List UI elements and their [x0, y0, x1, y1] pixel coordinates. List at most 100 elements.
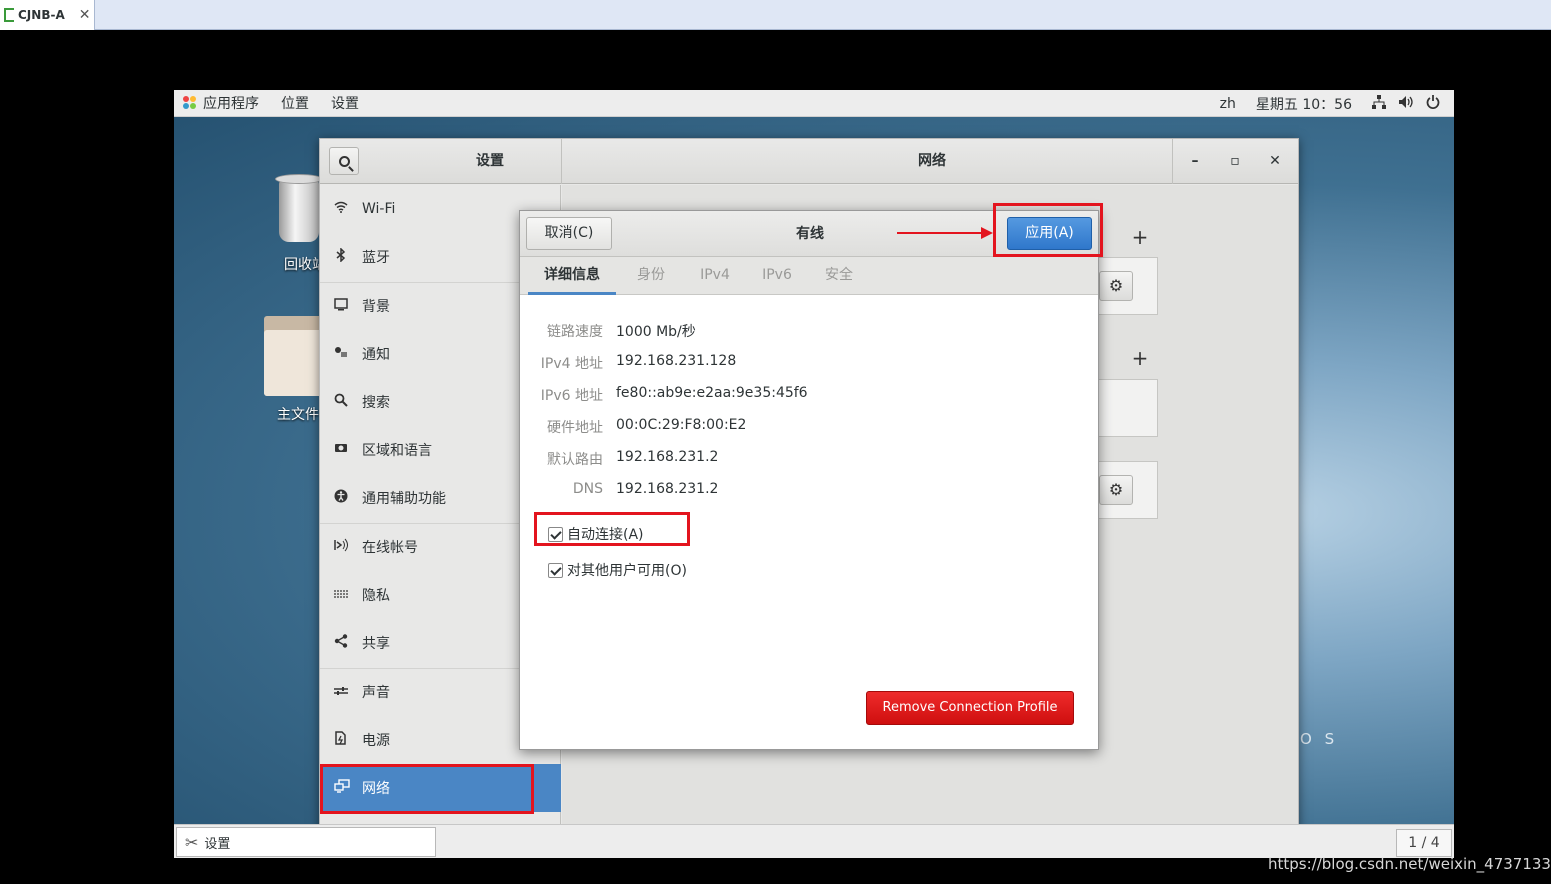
region-icon	[334, 442, 348, 458]
tab-security[interactable]: 安全	[814, 257, 864, 295]
settings-menu[interactable]: 设置	[331, 93, 359, 113]
detail-key: DNS	[572, 481, 603, 497]
watermark: https://blog.csdn.net/weixin_47371330	[1268, 855, 1551, 873]
detail-row: DNS 192.168.231.2	[520, 473, 1098, 505]
gear-icon: ⚙	[1108, 480, 1124, 499]
annotation-arrow-line	[897, 232, 983, 234]
remove-connection-button[interactable]: Remove Connection Profile	[866, 691, 1074, 725]
panel-title: 网络	[918, 153, 946, 169]
annotation-box-auto-connect	[534, 512, 690, 546]
input-language[interactable]: zh	[1220, 96, 1236, 112]
search-icon	[338, 155, 350, 167]
vpn-card	[1092, 379, 1158, 437]
detail-value: 192.168.231.128	[616, 353, 737, 369]
os-logo-text: O S	[1300, 730, 1339, 748]
workspace-indicator[interactable]: 1 / 4	[1396, 829, 1452, 857]
sidebar-item-label: 背景	[362, 299, 390, 315]
proxy-settings-button[interactable]: ⚙	[1099, 475, 1133, 505]
detail-key: 链路速度	[547, 324, 603, 340]
wired-card: ⚙	[1092, 257, 1158, 315]
sidebar-item-label: 通用辅助功能	[362, 491, 446, 507]
tab-ipv4[interactable]: IPv4	[690, 257, 740, 295]
annotation-box-apply	[993, 203, 1103, 257]
detail-row: 硬件地址 00:0C:29:F8:00:E2	[520, 409, 1098, 441]
share-icon	[334, 634, 348, 652]
network-icon[interactable]	[1372, 94, 1386, 113]
sidebar-item-label: 电源	[362, 733, 390, 749]
detail-key: IPv6 地址	[540, 388, 603, 404]
close-icon[interactable]: ✕	[79, 7, 91, 23]
top-panel: 应用程序 位置 设置 zh 星期五 10：56	[174, 90, 1454, 117]
vm-screen: 应用程序 位置 设置 zh 星期五 10：56 回收站 主文件夹 O S 设置 …	[174, 90, 1454, 858]
maximize-button[interactable]: ▫	[1223, 149, 1247, 173]
tab-ipv6[interactable]: IPv6	[752, 257, 802, 295]
sidebar-item-label: 搜索	[362, 395, 390, 411]
volume-icon[interactable]	[1398, 95, 1414, 113]
cancel-button[interactable]: 取消(C)	[526, 217, 612, 250]
detail-key: IPv4 地址	[540, 356, 603, 372]
minimize-button[interactable]: –	[1183, 149, 1207, 173]
detail-value: 00:0C:29:F8:00:E2	[616, 417, 747, 433]
tab-identity[interactable]: 身份	[626, 257, 676, 295]
header-divider	[561, 139, 562, 184]
trash-icon[interactable]	[274, 172, 324, 242]
wired-settings-button[interactable]: ⚙	[1099, 271, 1133, 301]
sidebar-item-label: 蓝牙	[362, 250, 390, 266]
all-users-checkbox[interactable]: 对其他用户可用(O)	[548, 559, 687, 581]
online-accounts-icon	[334, 538, 348, 556]
detail-key: 默认路由	[547, 452, 603, 468]
bluetooth-icon	[334, 247, 348, 266]
notification-icon	[334, 346, 348, 362]
background-icon	[334, 297, 348, 315]
detail-value: 1000 Mb/秒	[616, 324, 696, 340]
dialog-tabs: 详细信息 身份 IPv4 IPv6 安全	[520, 257, 1098, 295]
vm-icon	[4, 8, 14, 22]
bottom-taskbar: ✂ 设置 1 / 4	[174, 824, 1454, 858]
power-icon[interactable]	[1426, 94, 1440, 113]
annotation-box-network	[320, 764, 534, 814]
privacy-icon	[334, 588, 348, 603]
sidebar-item-label: Wi-Fi	[362, 201, 396, 217]
detail-key: 硬件地址	[547, 420, 603, 436]
taskbar-window-label: 设置	[204, 836, 231, 852]
header-divider	[1172, 139, 1173, 184]
detail-row: 默认路由 192.168.231.2	[520, 441, 1098, 473]
sidebar-item-label: 声音	[362, 685, 390, 701]
detail-value: 192.168.231.2	[616, 481, 719, 497]
host-tab[interactable]: CJNB-A ✕	[0, 0, 95, 30]
taskbar-window-settings[interactable]: ✂ 设置	[176, 827, 436, 857]
places-menu[interactable]: 位置	[281, 93, 309, 113]
settings-tools-icon: ✂	[185, 832, 199, 852]
accessibility-icon	[334, 489, 348, 507]
settings-header: 设置 网络 – ▫ ✕	[320, 139, 1298, 184]
search-button[interactable]	[329, 147, 359, 175]
clock[interactable]: 星期五 10：56	[1256, 94, 1352, 114]
annotation-arrow-icon	[981, 227, 993, 239]
detail-value: 192.168.231.2	[616, 449, 719, 465]
wifi-icon	[334, 201, 348, 217]
detail-row: 链路速度 1000 Mb/秒	[520, 313, 1098, 345]
tab-details[interactable]: 详细信息	[528, 257, 616, 295]
dialog-title: 有线	[796, 226, 824, 242]
apps-icon	[183, 96, 197, 110]
add-vpn-button[interactable]: +	[1130, 346, 1150, 370]
wired-dialog: 取消(C) 有线 应用(A) 详细信息 身份 IPv4 IPv6 安全 链路速度…	[519, 210, 1099, 750]
sidebar-item-label: 区域和语言	[362, 443, 432, 459]
applications-menu[interactable]: 应用程序	[183, 93, 259, 113]
detail-row: IPv6 地址 fe80::ab9e:e2aa:9e35:45f6	[520, 377, 1098, 409]
host-tab-title: CJNB-A	[18, 8, 65, 22]
all-users-label: 对其他用户可用(O)	[567, 563, 687, 579]
sidebar-item-label: 共享	[362, 636, 390, 652]
add-connection-button[interactable]: +	[1130, 225, 1150, 249]
sound-icon	[334, 685, 348, 700]
host-tab-bar: CJNB-A ✕	[0, 0, 1551, 30]
checkbox-checked[interactable]	[548, 562, 563, 578]
settings-title: 设置	[476, 153, 504, 169]
detail-row: IPv4 地址 192.168.231.128	[520, 345, 1098, 377]
close-button[interactable]: ✕	[1263, 149, 1287, 173]
sidebar-item-label: 通知	[362, 347, 390, 363]
search-icon	[334, 393, 348, 411]
sidebar-item-label: 在线帐号	[362, 540, 418, 556]
gear-icon: ⚙	[1108, 276, 1124, 295]
detail-value: fe80::ab9e:e2aa:9e35:45f6	[616, 385, 808, 401]
